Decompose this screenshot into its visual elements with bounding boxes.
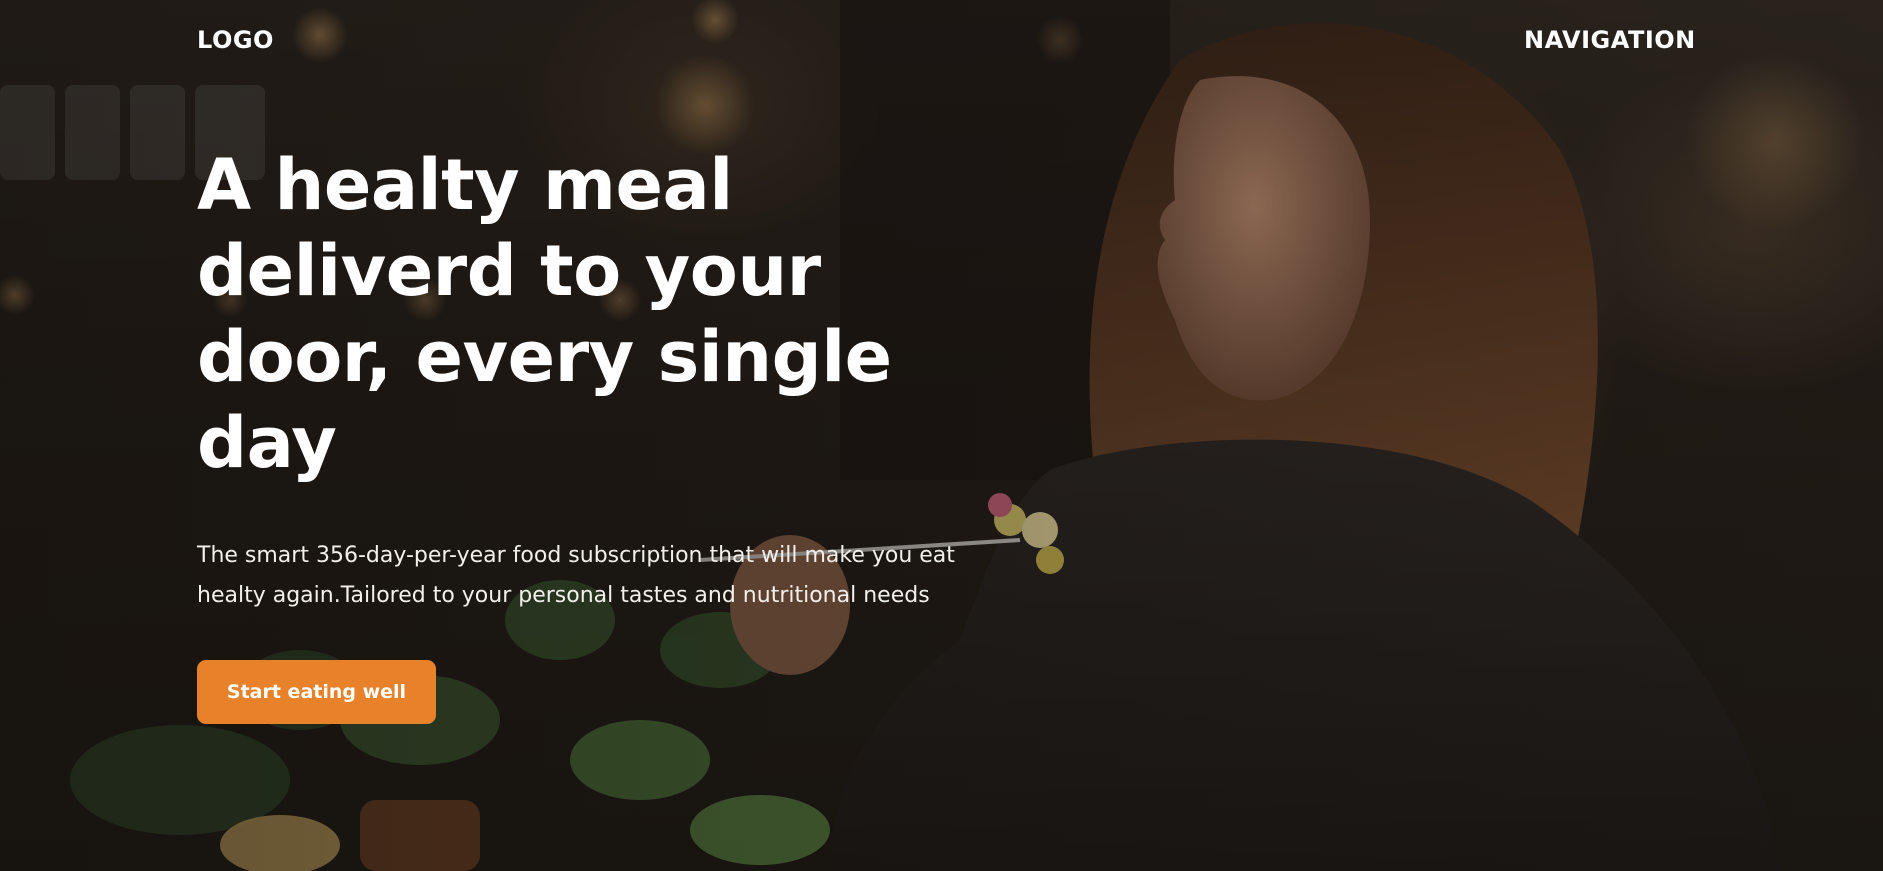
header: LOGO NAVIGATION <box>0 0 1883 80</box>
start-eating-well-button[interactable]: Start eating well <box>197 660 436 724</box>
hero-content: A healty meal deliverd to your door, eve… <box>197 142 957 724</box>
hero-subtitle: The smart 356-day-per-year food subscrip… <box>197 543 955 608</box>
hero-title: A healty meal deliverd to your door, eve… <box>197 144 892 484</box>
logo[interactable]: LOGO <box>197 26 274 54</box>
navigation-link[interactable]: NAVIGATION <box>1524 26 1696 54</box>
hero-section: LOGO NAVIGATION A healty meal deliverd t… <box>0 0 1883 871</box>
